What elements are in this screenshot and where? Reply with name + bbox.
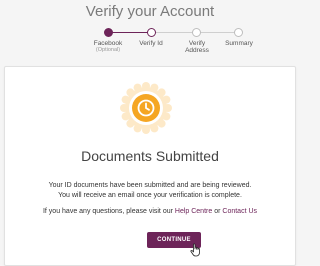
step-dot-verify-id [147,28,156,37]
progress-stepper: Facebook (Optional) Verify Id Verify Add… [0,26,300,60]
help-centre-link[interactable]: Help Centre [175,208,212,215]
clock-icon [120,82,172,134]
step-label-verify-address: Verify Address [185,40,209,54]
stepper-track-completed [108,32,150,33]
step-sublabel-optional: (Optional) [95,47,121,53]
hand-cursor-icon [190,243,202,262]
page-title: Verify your Account [85,3,215,20]
confirmation-heading: Documents Submitted [81,148,219,164]
step-label-summary: Summary [225,40,253,47]
step-dot-facebook [104,28,113,37]
contact-us-link[interactable]: Contact Us [222,208,257,215]
page: Verify your Account Facebook (Optional) … [0,0,300,266]
help-text: If you have any questions, please visit … [0,208,300,215]
help-prefix: If you have any questions, please visit … [42,208,173,215]
help-or: or [214,208,221,215]
step-dot-verify-address [192,28,201,37]
step-verify-id: Verify Id [121,40,181,47]
email-notice: You will receive an email once your veri… [58,192,242,199]
submitted-message: Your ID documents have been submitted an… [48,182,252,189]
step-label-facebook: Facebook [93,40,123,47]
step-label-verify-id: Verify Id [139,40,163,47]
step-dot-summary [234,28,243,37]
step-summary: Summary [209,40,269,47]
